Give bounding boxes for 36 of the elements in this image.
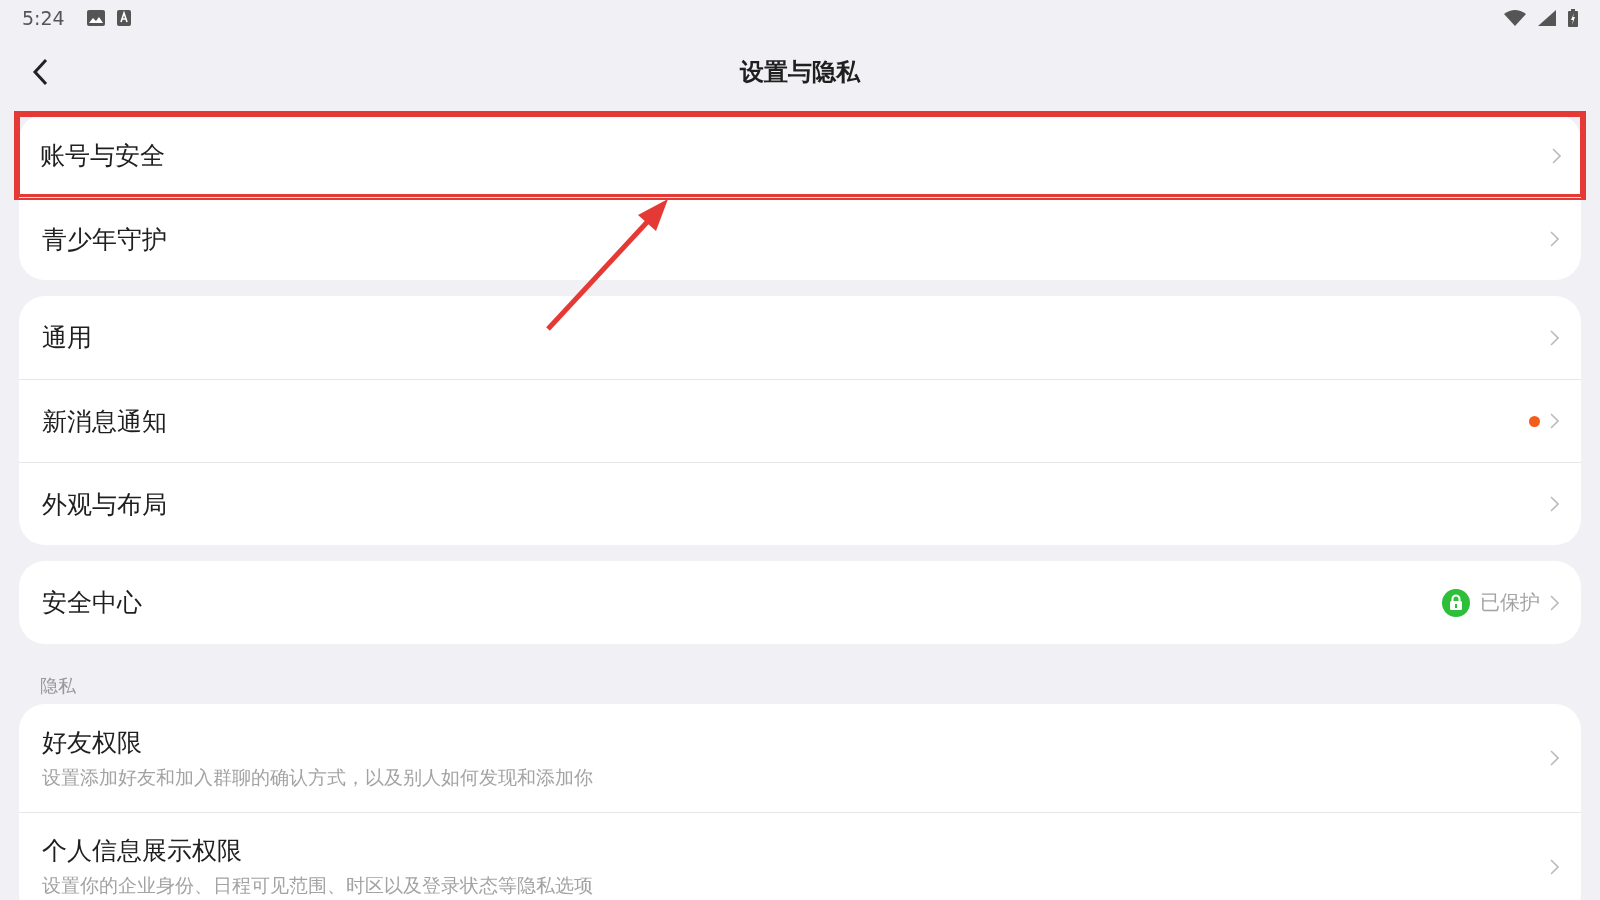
row-title: 青少年守护 xyxy=(42,223,168,256)
row-title: 好友权限 xyxy=(42,726,143,759)
row-title: 新消息通知 xyxy=(42,405,168,438)
signal-icon xyxy=(1538,10,1556,26)
chevron-icon xyxy=(1550,858,1559,875)
chevron-icon xyxy=(1550,496,1559,512)
wifi-icon xyxy=(1504,10,1526,26)
row-title: 账号与安全 xyxy=(40,140,166,172)
settings-row[interactable]: 好友权限 设置添加好友和加入群聊的确认方式，以及别人如何发现和添加你 xyxy=(19,704,1581,812)
row-title: 外观与布局 xyxy=(42,488,168,521)
status-time: 5:24 xyxy=(22,7,65,29)
chevron-icon xyxy=(1550,329,1559,346)
chevron-icon xyxy=(1550,594,1559,611)
row-title: 个人信息展示权限 xyxy=(42,835,243,867)
settings-row[interactable]: 安全中心 已保护 xyxy=(19,561,1581,644)
chevron-icon xyxy=(1550,231,1559,247)
status-text: 已保护 xyxy=(1480,589,1540,616)
section-label: 隐私 xyxy=(39,674,77,698)
row-description: 设置添加好友和加入群聊的确认方式，以及别人如何发现和添加你 xyxy=(42,764,594,790)
chevron-icon xyxy=(1550,413,1559,429)
page-title: 设置与隐私 xyxy=(740,57,860,88)
settings-row[interactable]: 账号与安全 xyxy=(17,114,1583,197)
row-title: 安全中心 xyxy=(42,587,143,619)
settings-row[interactable]: 新消息通知 xyxy=(19,379,1581,462)
settings-row[interactable]: 通用 xyxy=(19,296,1581,379)
battery-icon xyxy=(1568,9,1578,27)
settings-row[interactable]: 外观与布局 xyxy=(19,462,1581,545)
keyboard-icon xyxy=(116,10,131,26)
chevron-icon xyxy=(1550,750,1559,766)
back-button[interactable] xyxy=(32,58,48,86)
chevron-icon xyxy=(1552,147,1561,164)
image-icon xyxy=(86,10,105,26)
lock-icon xyxy=(1442,588,1470,617)
settings-row[interactable]: 个人信息展示权限 设置你的企业身份、日程可见范围、时区以及登录状态等隐私选项 xyxy=(19,812,1581,900)
row-description: 设置你的企业身份、日程可见范围、时区以及登录状态等隐私选项 xyxy=(42,873,594,898)
row-title: 通用 xyxy=(42,322,93,354)
